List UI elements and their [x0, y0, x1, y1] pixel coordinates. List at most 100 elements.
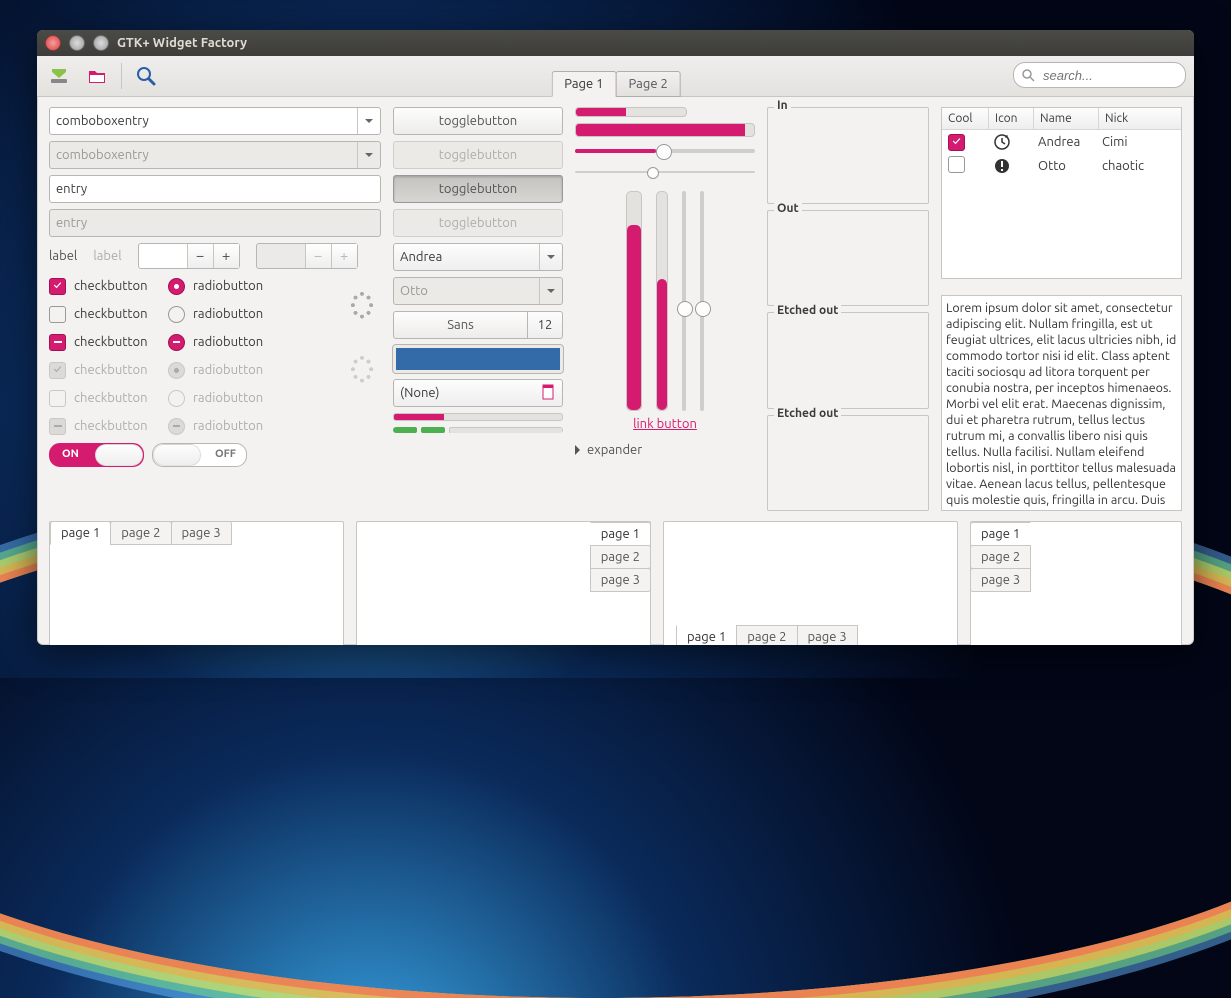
column-icon[interactable]: Icon [989, 108, 1034, 129]
switch-off[interactable]: OFF [152, 443, 247, 467]
row-nick: chaotic [1096, 159, 1150, 173]
scale-horizontal-1[interactable] [575, 149, 755, 153]
entry-value: entry [56, 216, 87, 230]
checkrow-6: checkbutton radiobutton [49, 415, 381, 437]
font-size[interactable]: 12 [528, 311, 563, 339]
frame-out: Out [767, 210, 929, 307]
page-switcher: Page 1 Page 2 [551, 71, 680, 97]
tab-page-1[interactable]: Page 1 [551, 71, 616, 97]
nb-tab[interactable]: page 2 [110, 521, 171, 545]
font-button[interactable]: Sans 12 [393, 311, 563, 339]
scale-vertical-1[interactable] [682, 191, 686, 411]
combobox-value: comboboxentry [56, 148, 149, 162]
save-icon [48, 65, 70, 87]
search-button[interactable] [132, 62, 160, 90]
radiobutton[interactable] [168, 334, 185, 351]
font-name[interactable]: Sans [393, 311, 528, 339]
nb-tab[interactable]: page 2 [970, 545, 1031, 569]
row-check[interactable] [948, 156, 965, 173]
checkbutton[interactable] [49, 334, 66, 351]
column-nick[interactable]: Nick [1099, 108, 1181, 129]
switch-on[interactable]: ON [49, 443, 144, 467]
radiobutton[interactable] [168, 306, 185, 323]
nb-tab[interactable]: page 1 [970, 522, 1031, 546]
table-row[interactable]: Andrea Cimi [942, 130, 1181, 154]
column-treeview: Cool Icon Name Nick Andrea Cimi Otto cha… [941, 107, 1182, 511]
column-name[interactable]: Name [1034, 108, 1099, 129]
row-name: Andrea [1032, 135, 1096, 149]
chevron-down-icon [539, 278, 562, 304]
combo-andrea[interactable]: Andrea [393, 243, 563, 271]
document-icon [540, 383, 558, 401]
nb-tab[interactable]: page 3 [970, 568, 1031, 592]
scale-horizontal-2[interactable] [575, 171, 755, 173]
close-icon[interactable] [45, 35, 61, 51]
checkbutton[interactable] [49, 278, 66, 295]
textview[interactable]: Lorem ipsum dolor sit amet, consectetur … [941, 295, 1182, 511]
window-titlebar[interactable]: GTK+ Widget Factory [37, 30, 1194, 56]
row-check[interactable] [948, 134, 965, 151]
row-name: Otto [1032, 159, 1096, 173]
toolbar-separator [121, 63, 122, 89]
checkbutton[interactable] [49, 306, 66, 323]
spin-plus-button[interactable]: + [213, 244, 239, 268]
nb-tab[interactable]: page 3 [590, 568, 651, 592]
search-field[interactable] [1041, 67, 1160, 84]
maximize-icon[interactable] [93, 35, 109, 51]
checkrow-5: checkbutton radiobutton [49, 387, 381, 409]
togglebutton-3-active[interactable]: togglebutton [393, 175, 563, 203]
clock-icon [994, 134, 1010, 150]
combo-value: Otto [400, 284, 428, 298]
tab-page-2[interactable]: Page 2 [616, 71, 681, 97]
entry-1[interactable]: entry [49, 175, 381, 203]
spinbutton-1[interactable]: − + [138, 243, 240, 269]
chevron-down-icon[interactable] [539, 244, 562, 270]
levelbar-segmented [393, 427, 563, 433]
minimize-icon[interactable] [69, 35, 85, 51]
search-icon [1022, 69, 1035, 82]
expander[interactable]: expander [575, 437, 755, 457]
nb-tab[interactable]: page 1 [676, 625, 737, 645]
scale-vertical-2[interactable] [700, 191, 704, 411]
nb-tab[interactable]: page 2 [736, 625, 797, 645]
spin-minus-button[interactable]: − [187, 244, 213, 268]
save-button[interactable] [45, 62, 73, 90]
radiobutton-disabled [168, 390, 185, 407]
notebook-tabs-left: page 1 page 2 page 3 [970, 521, 1182, 645]
radiobutton-disabled [168, 362, 185, 379]
column-scales: link button expander [575, 107, 755, 511]
filechooser-button[interactable]: (None) [393, 379, 563, 407]
nb-tab[interactable]: page 2 [590, 545, 651, 569]
combo-value: Andrea [400, 250, 442, 264]
color-button[interactable] [393, 345, 563, 373]
file-label: (None) [400, 386, 439, 400]
expander-label: expander [587, 443, 642, 457]
nb-tab[interactable]: page 3 [171, 521, 232, 545]
nb-tab[interactable]: page 1 [50, 521, 111, 545]
nb-tab[interactable]: page 3 [797, 625, 858, 645]
togglebutton-1[interactable]: togglebutton [393, 107, 563, 135]
treeview[interactable]: Cool Icon Name Nick Andrea Cimi Otto cha… [941, 107, 1182, 279]
label-enabled: label [49, 249, 77, 263]
open-button[interactable] [83, 62, 111, 90]
link-button[interactable]: link button [575, 417, 755, 431]
notebook-tabs-top: page 1 page 2 page 3 [49, 521, 344, 645]
notebook-tabs-right: page 1 page 2 page 3 [356, 521, 651, 645]
comboboxentry-1[interactable]: comboboxentry [49, 107, 381, 135]
frame-in: In [767, 107, 929, 204]
spinbutton-2-disabled: − + [256, 243, 358, 269]
search-input[interactable] [1013, 62, 1186, 88]
frame-etched-2: Etched out [767, 415, 929, 512]
column-cool[interactable]: Cool [942, 108, 989, 129]
notebook-tabs-bottom: page 1 page 2 page 3 [663, 521, 958, 645]
entry-2-disabled: entry [49, 209, 381, 237]
column-frames: In Out Etched out Etched out [767, 107, 929, 511]
column-entries: comboboxentry comboboxentry entry entry … [49, 107, 381, 511]
nb-tab[interactable]: page 1 [590, 522, 651, 546]
radiobutton-disabled [168, 418, 185, 435]
radiobutton[interactable] [168, 278, 185, 295]
warning-icon [994, 158, 1010, 174]
column-toggles: togglebutton togglebutton togglebutton t… [393, 107, 563, 511]
chevron-down-icon[interactable] [357, 108, 380, 134]
table-row[interactable]: Otto chaotic [942, 154, 1181, 178]
